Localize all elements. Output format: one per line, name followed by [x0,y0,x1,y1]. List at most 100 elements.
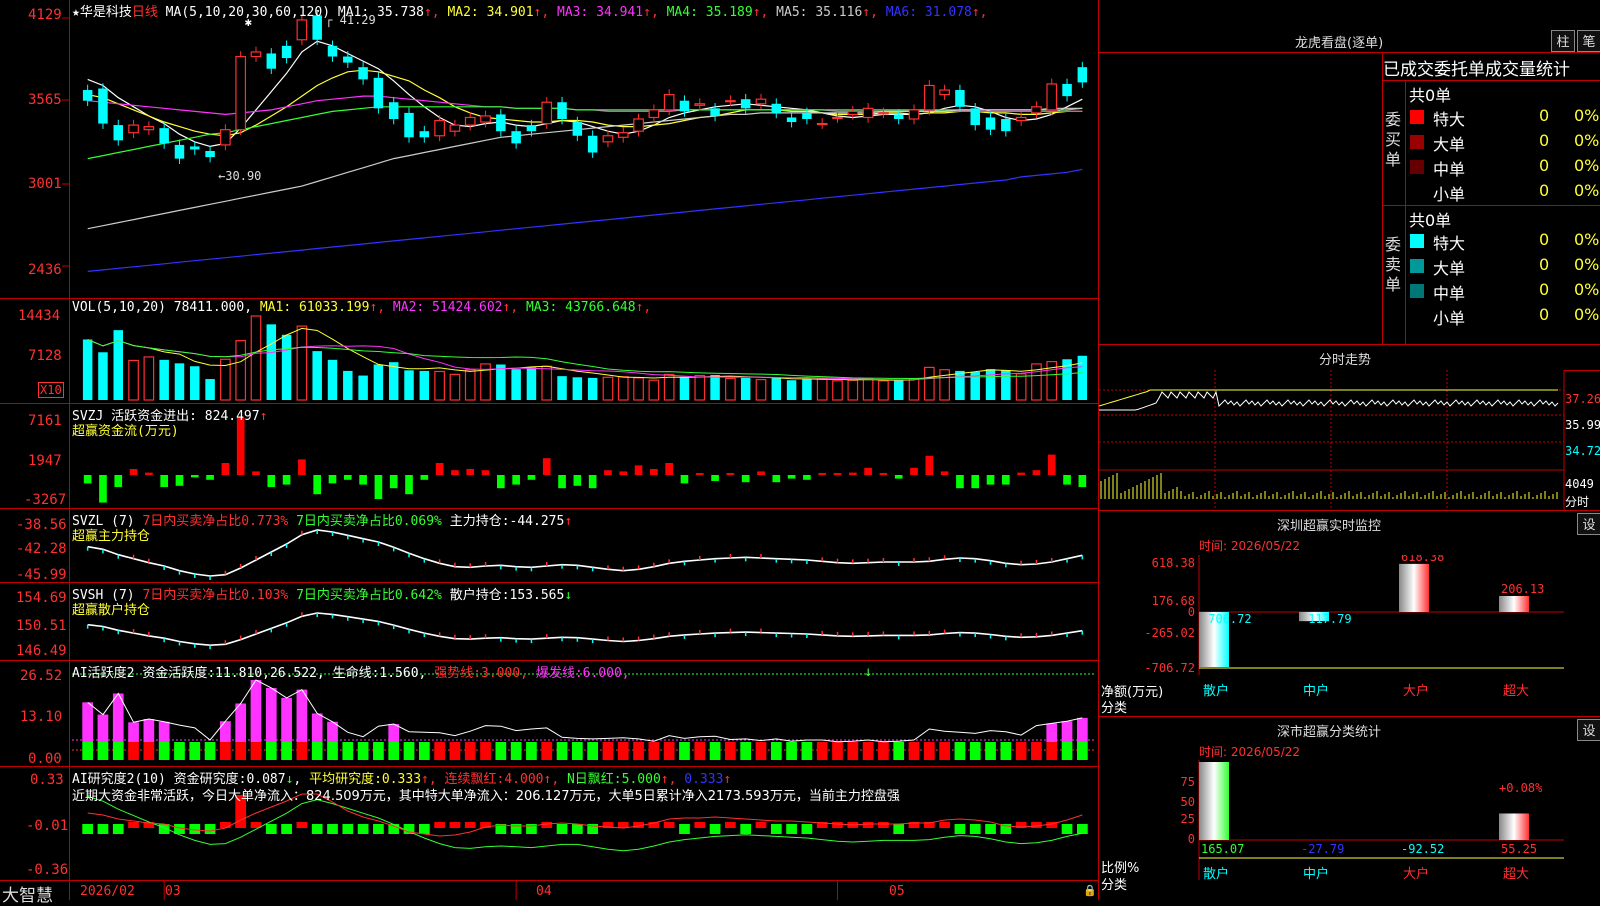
volume-bar-down [419,370,430,400]
ai1-bar [526,742,537,760]
lhb-title: 龙虎看盘(逐单) [1295,36,1384,51]
monitor-unit: 分类 [1101,701,1128,716]
lhb-row-value: 0 [1539,305,1550,324]
lock-icon[interactable]: 🔒 [1083,884,1097,897]
monitor-settings-button[interactable]: 设 [1577,513,1600,535]
ai2-bar [434,822,445,828]
svzj-bar [1002,475,1010,485]
monitor-category: 大户 [1403,683,1429,699]
volume-unit-badge[interactable]: X10 [38,382,64,398]
volume-bar-down [511,369,521,400]
ai1-bar [1046,742,1058,760]
ma-line-6 [87,168,1083,272]
candle-body-up [602,135,614,143]
volume-bar-up [878,380,889,401]
ai1-bar [1031,742,1042,760]
candle-body-up [633,118,644,132]
ai1-bar [770,742,782,760]
volume-value: 78411.000 [173,300,245,315]
divider [1382,205,1600,206]
ai2-bar [862,822,874,828]
svzl-arrow: ↑ [564,514,573,529]
candle-body-down [205,151,215,158]
svzl-axis-label: -38.56 [16,517,67,533]
vol-ma-value-1: MA1: 61033.199 [259,300,370,315]
stats-settings-button[interactable]: 设 [1577,719,1600,741]
brand-logo: 大智慧 [2,886,53,906]
volume-bar-up [847,379,859,401]
intraday-chart[interactable] [1099,370,1600,510]
ai2-bar [832,822,843,828]
svsh-arrow: ↓ [564,588,573,603]
candle-body-down [388,102,399,119]
lhb-row-value: 0 [1539,156,1550,175]
ai1-bar [740,742,752,760]
svzl-axis-label: -45.99 [16,567,67,583]
svzj-bar [833,473,842,475]
ai1-bar [418,742,430,760]
candle-body-up [434,119,445,137]
svzj-arrow: ↑ [259,409,268,424]
ai1-bar-pink [311,713,323,742]
svzl-c: 主力持仓: [449,514,510,529]
volume-bar-up [648,379,660,401]
stock-name[interactable]: ★华是科技 [72,5,132,20]
svzj-bar [787,475,796,479]
candle-body-down [98,88,108,124]
divider [1099,716,1600,717]
ai2-bar [969,824,981,834]
volume-bar-up [602,376,614,401]
volume-bar-down [404,370,414,400]
lhb-color-swatch [1410,259,1424,273]
stats-category: 散户 [1203,866,1229,882]
main-chart-area[interactable]: ┌ 41.29 ←30.90 ✱ ↓ ★华是科技日线 MA(5,10,20,30,60… [0,0,1099,906]
ai1-bar [908,742,920,760]
svzj-bar [650,469,658,475]
ai2-bar [327,824,338,834]
intraday-vol-axis-label: 4049 [1565,477,1594,491]
ai2-bar [740,824,752,834]
stats-chart[interactable]: 75 50 25 0 165.07 散户 -27.79 中户 -92.52 大户 55.25 超大 +0… [1099,760,1600,900]
period-label[interactable]: 日线 [132,5,158,20]
volume-bar-up [816,378,828,401]
lhb-row-pct: 0% [1574,106,1600,125]
candle-body-up [1046,83,1058,111]
panel-divider [0,582,1098,583]
svzl-b: 7日内买卖净占比0.069% [296,514,442,529]
candle-body-up [755,98,767,105]
ai1-bar [143,742,155,760]
stats-bar-label: -27.79 [1301,842,1344,856]
main-chart-svg[interactable]: ┌ 41.29←30.90✱↓ [0,0,1098,900]
candle-body-up [1031,106,1042,114]
bar-mode-button[interactable]: 柱 [1551,30,1575,52]
candle-body-down [802,112,812,119]
lhb-color-swatch [1410,284,1424,298]
svzl-line [87,529,1083,577]
candle-body-down [358,67,368,80]
ai2-bar [342,824,354,834]
svzj-bar [803,475,811,480]
volume-bar-down [1077,355,1088,400]
monitor-chart[interactable]: 618.38176.680-265.02-706.72-706.72散户-117… [1099,555,1600,715]
svzj-bar [497,475,505,489]
intraday-axis-label: 34.72 [1565,444,1600,458]
volume-bar-up [755,379,767,401]
vol-ma-value-3: MA3: 43766.648 [518,300,636,315]
candle-body-down [740,99,751,109]
candle-body-down [985,117,996,130]
tick-mode-button[interactable]: 笔 [1577,30,1600,52]
svzj-bar [282,475,291,485]
candle-body-up [464,116,476,126]
candle-body-down [174,144,185,159]
svzj-bar [221,463,230,475]
volume-bar-up [862,378,874,401]
divider [1099,510,1600,511]
svzj-bar [206,475,214,480]
svzj-bar [481,470,490,475]
ai1-bar [480,742,491,760]
candle-body-up [663,94,675,111]
date-label: 03 [165,884,181,899]
ai1-bar [801,742,813,760]
volume-bar-up [663,373,675,401]
svzj-bar [175,475,184,486]
